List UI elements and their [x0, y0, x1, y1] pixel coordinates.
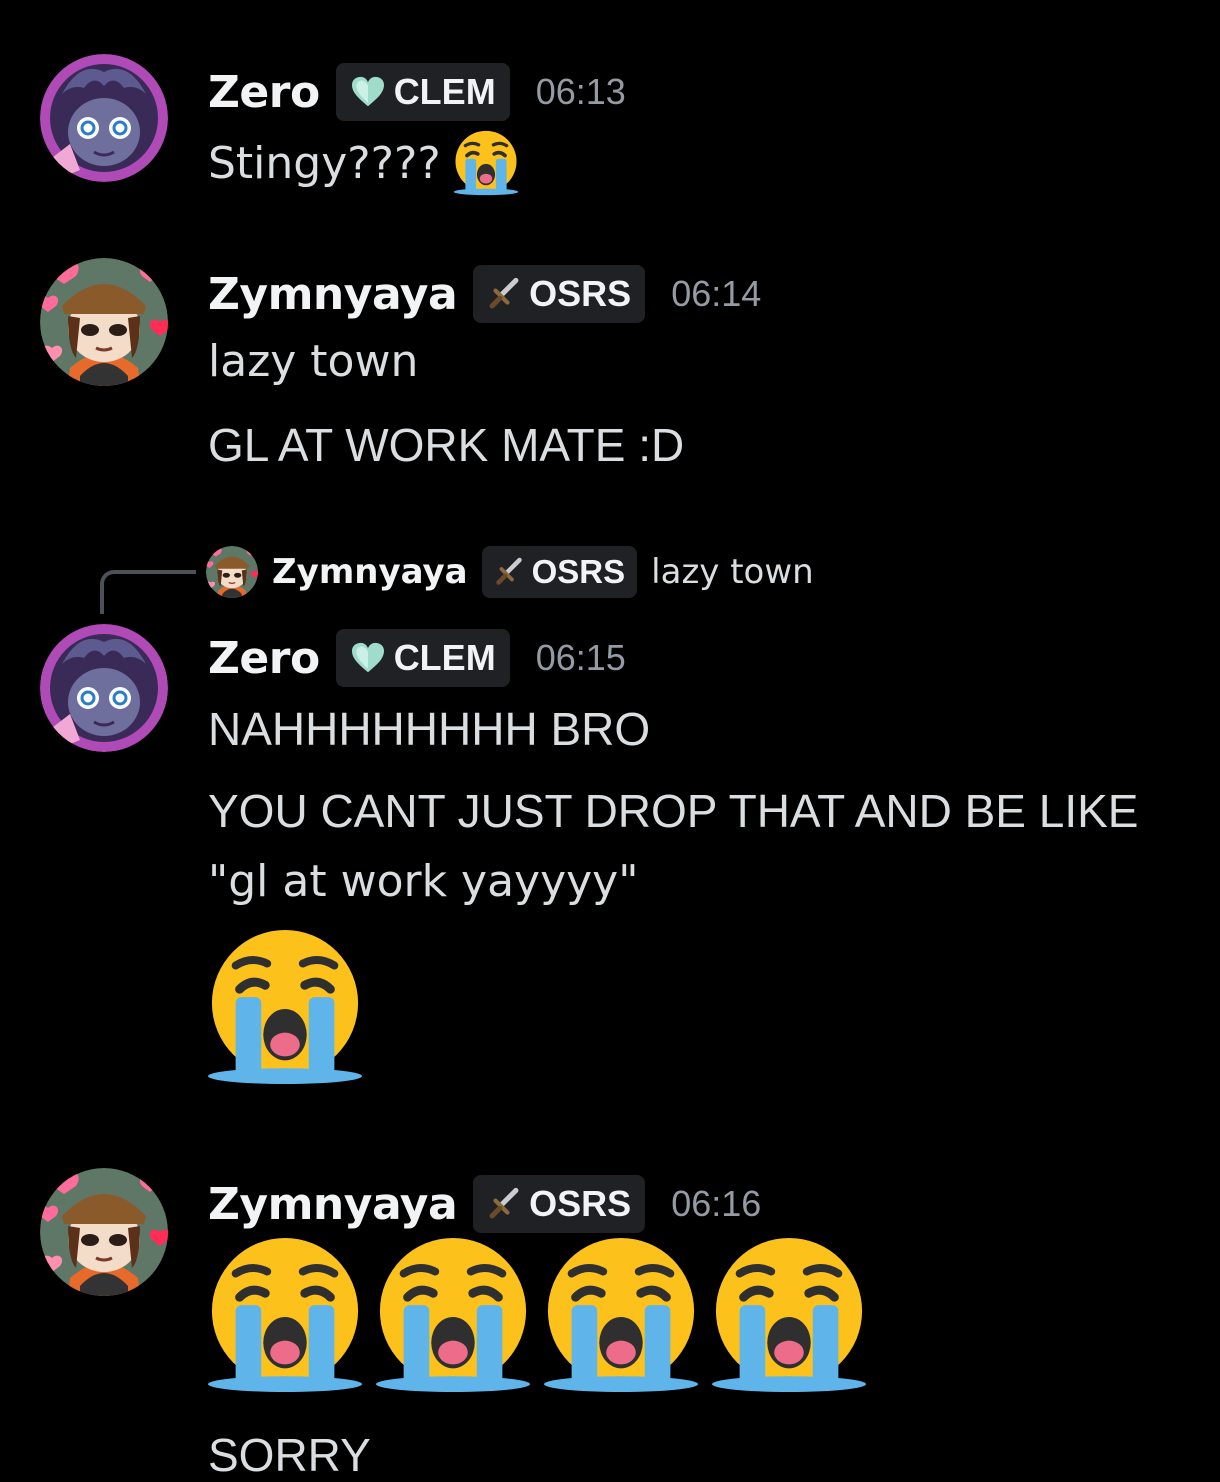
role-tag-label: CLEM	[393, 637, 496, 678]
user-avatar-zymnyaya[interactable]	[40, 258, 168, 386]
role-tag-label: OSRS	[529, 273, 632, 314]
message-text: "gl at work yayyyy"	[208, 856, 639, 907]
message-text: lazy town	[208, 336, 419, 387]
role-tag[interactable]: CLEM	[335, 629, 510, 687]
loudly-crying-face-emoji	[206, 928, 364, 1086]
heart-gem-icon	[350, 642, 386, 674]
loudly-crying-face-emoji	[453, 130, 519, 196]
loudly-crying-face-emoji	[206, 1236, 364, 1394]
user-avatar-zero[interactable]	[40, 54, 168, 182]
loudly-crying-face-emoji	[542, 1236, 700, 1394]
reply-username[interactable]: Zymnyaya	[272, 552, 468, 592]
jumbo-emoji-row	[206, 1236, 868, 1394]
timestamp: 06:14	[671, 273, 762, 314]
jumbo-emoji-row	[206, 928, 364, 1086]
timestamp: 06:13	[535, 71, 626, 112]
reply-spine	[100, 570, 196, 614]
timestamp: 06:15	[535, 637, 626, 678]
reply-avatar	[206, 546, 258, 598]
message-text: Stingy????	[208, 137, 441, 189]
role-tag-label: CLEM	[393, 71, 496, 112]
role-tag[interactable]: OSRS	[473, 265, 646, 323]
username[interactable]: Zymnyaya	[208, 1179, 458, 1230]
reply-text[interactable]: lazy town	[651, 552, 814, 592]
message-text: YOU CANT JUST DROP THAT AND BE LIKE	[208, 785, 1139, 837]
sword-icon	[487, 1187, 521, 1221]
role-tag[interactable]: CLEM	[335, 63, 510, 121]
timestamp: 06:16	[671, 1183, 762, 1224]
user-avatar-zero[interactable]	[40, 624, 168, 752]
message-text: GL AT WORK MATE :D	[208, 419, 685, 471]
heart-gem-icon	[350, 76, 386, 108]
username[interactable]: Zero	[208, 633, 320, 684]
reply-role-tag-label: OSRS	[531, 553, 626, 590]
role-tag-label: OSRS	[529, 1183, 632, 1224]
username[interactable]: Zymnyaya	[208, 269, 458, 320]
reply-preview[interactable]: Zymnyaya OSRS lazy town	[206, 545, 814, 599]
loudly-crying-face-emoji	[710, 1236, 868, 1394]
sword-icon	[494, 557, 524, 587]
reply-role-tag: OSRS	[481, 546, 638, 598]
loudly-crying-face-emoji	[374, 1236, 532, 1394]
username[interactable]: Zero	[208, 67, 320, 118]
sword-icon	[487, 277, 521, 311]
message-text: NAHHHHHHHH BRO	[208, 703, 651, 755]
role-tag[interactable]: OSRS	[473, 1175, 646, 1233]
message-text: SORRY	[208, 1429, 371, 1481]
user-avatar-zymnyaya[interactable]	[40, 1168, 168, 1296]
